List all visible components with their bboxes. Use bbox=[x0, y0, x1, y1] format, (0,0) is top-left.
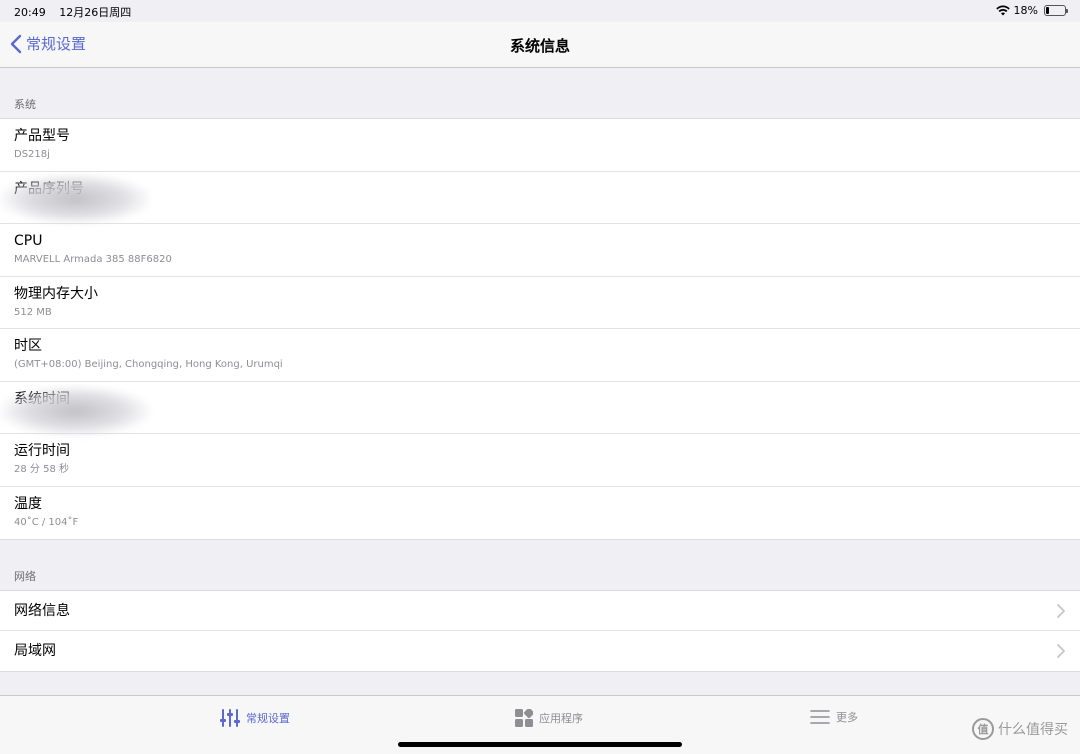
status-time: 20:49 bbox=[14, 6, 46, 19]
row-value: 512 MB bbox=[14, 306, 52, 318]
chevron-right-icon bbox=[1057, 603, 1065, 618]
battery-fill bbox=[1046, 7, 1049, 14]
redaction-blur bbox=[0, 385, 150, 436]
status-date: 12月26日周四 bbox=[59, 6, 132, 19]
home-indicator[interactable] bbox=[398, 742, 682, 747]
row-title: 运行时间 bbox=[14, 443, 70, 459]
row-title: 物理内存大小 bbox=[14, 285, 98, 302]
row-value: 28 分 58 秒 bbox=[14, 464, 69, 475]
row-cpu: CPU MARVELL Armada 385 88F6820 bbox=[0, 224, 1080, 277]
row-memory: 物理内存大小 512 MB bbox=[0, 277, 1080, 329]
row-uptime: 运行时间 28 分 58 秒 bbox=[0, 434, 1080, 487]
system-info-group: 产品型号 DS218j 产品序列号 CPU MARVELL Armada 385… bbox=[0, 118, 1080, 540]
row-lan[interactable]: 局域网 bbox=[0, 631, 1080, 671]
row-value: DS218j bbox=[14, 149, 50, 160]
row-value: (GMT+08:00) Beijing, Chongqing, Hong Kon… bbox=[14, 359, 283, 370]
page-title: 系统信息 bbox=[509, 37, 570, 55]
battery-tip bbox=[1066, 9, 1068, 13]
status-right: 18% bbox=[995, 4, 1068, 17]
section-header-network: 网络 bbox=[14, 570, 36, 583]
wifi-icon bbox=[995, 5, 1010, 16]
nav-bar: 常规设置 系统信息 bbox=[0, 22, 1080, 68]
sliders-icon bbox=[220, 709, 240, 727]
row-title: 局域网 bbox=[14, 643, 56, 659]
tab-label: 常规设置 bbox=[246, 712, 290, 725]
content: 系统 产品型号 DS218j 产品序列号 CPU MARVELL Armada … bbox=[0, 68, 1080, 672]
status-left: 20:49 12月26日周四 bbox=[14, 4, 141, 20]
chevron-right-icon bbox=[1057, 644, 1065, 658]
row-network-info[interactable]: 网络信息 bbox=[0, 591, 1080, 631]
row-title: 温度 bbox=[14, 495, 42, 512]
tab-label: 更多 bbox=[836, 711, 858, 724]
row-value: 40˚C / 104˚F bbox=[14, 516, 79, 528]
tab-label: 应用程序 bbox=[539, 712, 583, 725]
status-bar: 20:49 12月26日周四 18% bbox=[0, 0, 1080, 22]
row-title: 网络信息 bbox=[14, 602, 70, 619]
network-group: 网络信息 局域网 bbox=[0, 590, 1080, 672]
row-serial-number: 产品序列号 bbox=[0, 172, 1080, 224]
menu-lines-icon bbox=[810, 710, 830, 724]
row-value: MARVELL Armada 385 88F6820 bbox=[14, 254, 172, 265]
tab-applications[interactable]: 应用程序 bbox=[515, 709, 583, 727]
redaction-blur bbox=[0, 173, 150, 224]
row-title: 时区 bbox=[14, 338, 42, 354]
watermark-text: 什么值得买 bbox=[998, 722, 1068, 738]
row-product-model: 产品型号 DS218j bbox=[0, 119, 1080, 172]
row-title: 产品型号 bbox=[14, 128, 70, 144]
apps-grid-icon bbox=[515, 709, 533, 727]
row-system-time: 系统时间 bbox=[0, 382, 1080, 436]
battery-icon bbox=[1044, 5, 1068, 16]
row-temperature: 温度 40˚C / 104˚F bbox=[0, 487, 1080, 540]
watermark: 值 什么值得买 bbox=[972, 718, 1068, 740]
row-title: 系统时间 bbox=[14, 389, 1066, 409]
tab-general-settings[interactable]: 常规设置 bbox=[220, 709, 290, 727]
row-timezone: 时区 (GMT+08:00) Beijing, Chongqing, Hong … bbox=[0, 329, 1080, 382]
watermark-logo: 值 bbox=[972, 718, 994, 740]
row-title: 产品序列号 bbox=[14, 179, 1066, 199]
section-header-system: 系统 bbox=[14, 98, 36, 111]
row-title: CPU bbox=[14, 233, 43, 249]
tab-more[interactable]: 更多 bbox=[810, 709, 858, 725]
battery-percent: 18% bbox=[1013, 4, 1038, 17]
